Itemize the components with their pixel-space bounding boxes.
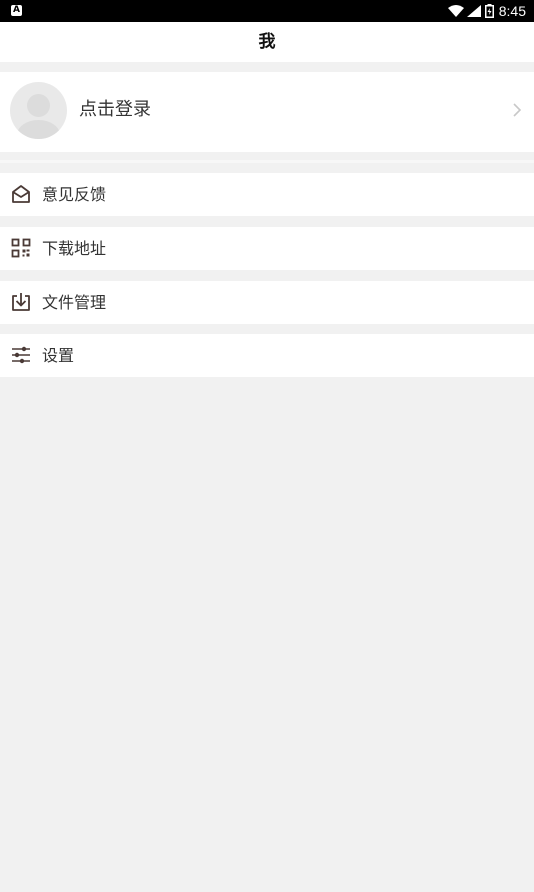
menu-item-label: 意见反馈 — [42, 185, 107, 204]
avatar-head — [27, 94, 50, 117]
signal-icon — [466, 5, 481, 17]
menu-item-settings[interactable]: 设置 — [0, 334, 534, 377]
login-label: 点击登录 — [79, 99, 151, 120]
notification-icon: A — [11, 5, 22, 16]
menu-item-label: 设置 — [42, 346, 75, 365]
status-bar: A 8:45 — [0, 0, 534, 22]
divider — [0, 160, 534, 163]
chevron-right-icon — [513, 103, 522, 117]
battery-icon — [484, 4, 494, 18]
sliders-icon — [12, 346, 30, 364]
menu-item-feedback[interactable]: 意见反馈 — [0, 173, 534, 216]
login-card[interactable]: 点击登录 — [0, 72, 534, 152]
menu-item-label: 文件管理 — [42, 293, 107, 312]
status-right-group: 8:45 — [447, 0, 526, 22]
qr-code-icon — [11, 238, 31, 258]
page-title: 我 — [258, 32, 276, 52]
menu-item-download-address[interactable]: 下载地址 — [0, 227, 534, 270]
top-app-bar: 我 — [0, 22, 534, 62]
envelope-icon — [12, 185, 30, 203]
wifi-icon — [447, 5, 464, 17]
default-avatar-icon — [10, 82, 67, 139]
download-tray-icon — [12, 293, 30, 311]
menu-item-label: 下载地址 — [42, 239, 107, 258]
status-time: 8:45 — [498, 3, 526, 19]
menu-item-file-management[interactable]: 文件管理 — [0, 281, 534, 324]
avatar-body — [17, 120, 60, 139]
